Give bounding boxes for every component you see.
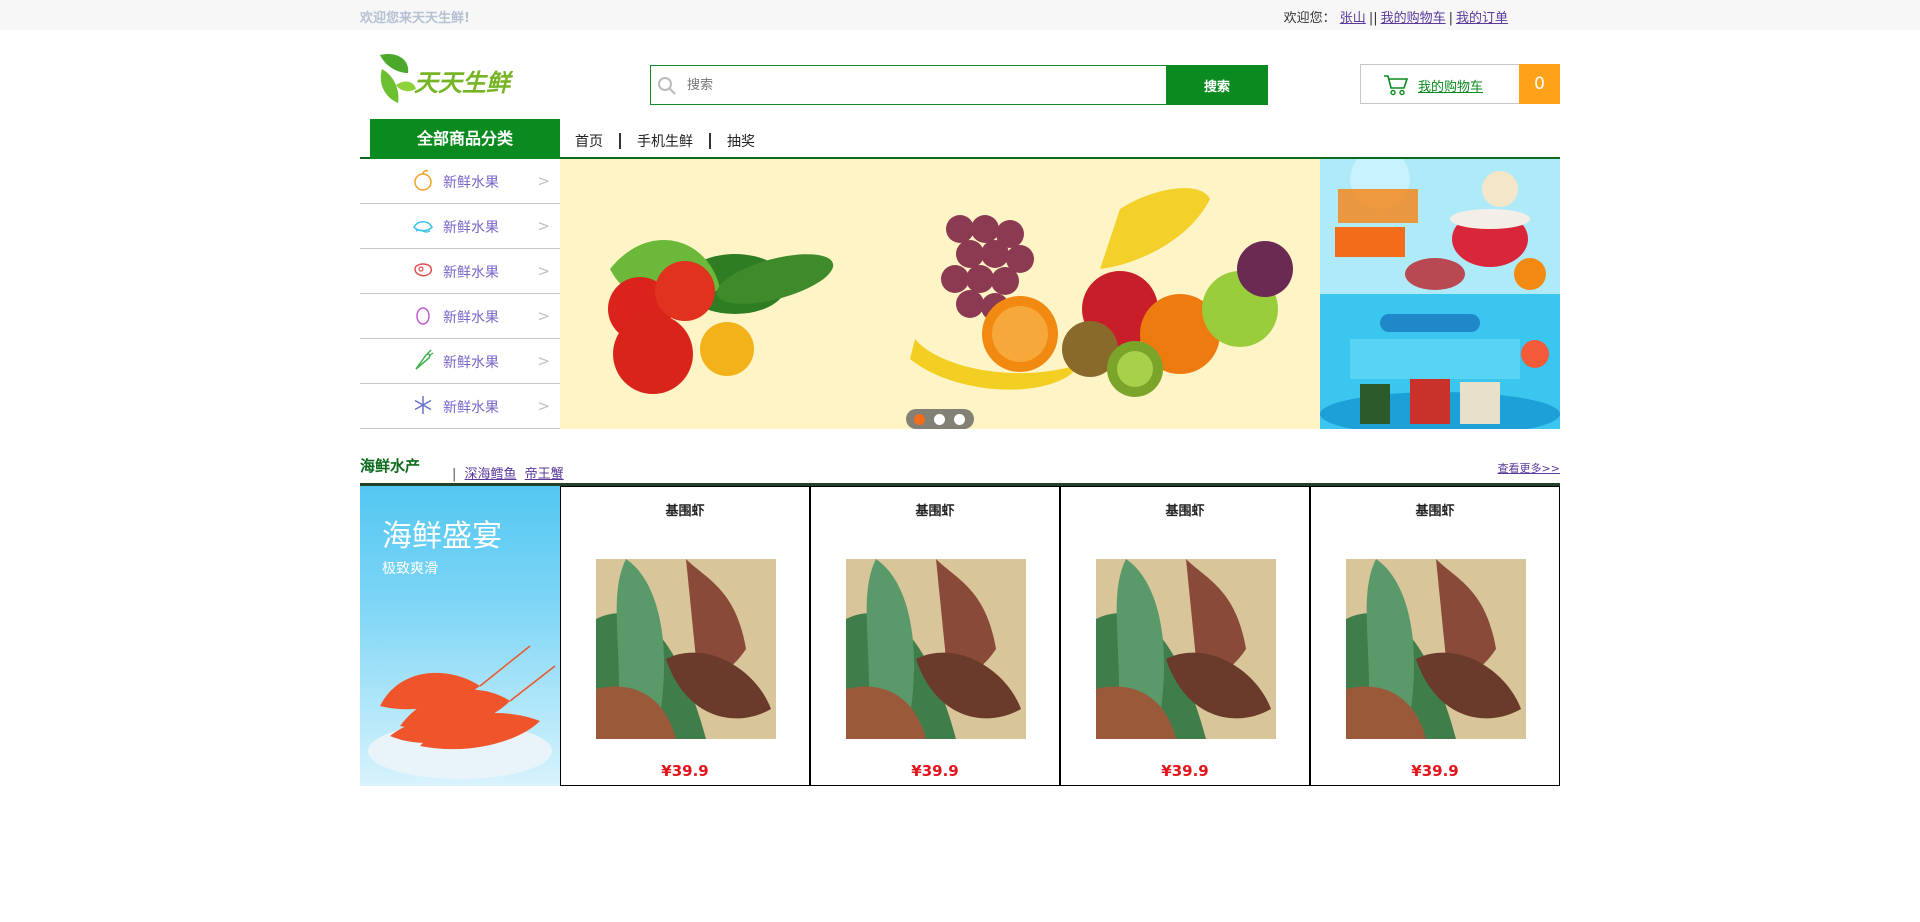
nav-links: 首页 手机生鲜 抽奖 (575, 131, 755, 151)
username-link[interactable]: 张山 (1340, 11, 1366, 26)
cart-label[interactable]: 我的购物车 (1418, 76, 1483, 95)
nav-link-mobile-fresh[interactable]: 手机生鲜 (637, 131, 693, 151)
category-label: 新鲜水果 (443, 400, 499, 416)
chevron-right-icon: > (537, 172, 550, 190)
product-card[interactable]: 基围虾 ¥39.9 (810, 486, 1060, 786)
my-cart-link[interactable]: 我的购物车 (1381, 11, 1446, 26)
category-item[interactable]: 新鲜水果 > (360, 159, 560, 204)
meat-icon (414, 263, 433, 277)
frozen-icon (414, 396, 432, 414)
shrimp-image (1096, 559, 1276, 739)
header: 天天生鲜 搜索 我的购物车 0 (360, 30, 1560, 119)
divider: | (1448, 11, 1453, 26)
category-menu: 新鲜水果 > 新鲜水果 > 新鲜水果 > 新鲜水果 > 新鲜水果 > 新鲜水果 … (360, 159, 560, 429)
all-categories-button[interactable]: 全部商品分类 (370, 119, 560, 159)
orange-icon (414, 169, 432, 191)
category-item[interactable]: 新鲜水果 > (360, 294, 560, 339)
main-nav: 全部商品分类 首页 手机生鲜 抽奖 (360, 119, 1560, 159)
product-card[interactable]: 基围虾 ¥39.9 (1060, 486, 1310, 786)
category-label: 新鲜水果 (443, 220, 499, 236)
slider-dots (906, 409, 974, 429)
promo-banner-foodie[interactable] (1320, 159, 1560, 294)
seafood-section: 海鲜水产 | 深海鳕鱼 帝王蟹 查看更多>> 海鲜盛宴 极致爽滑 基围虾 ¥39… (360, 451, 1560, 786)
fruit-banner-image (560, 159, 1320, 429)
nav-link-lottery[interactable]: 抽奖 (727, 131, 755, 151)
category-label: 新鲜水果 (443, 310, 499, 326)
nav-link-home[interactable]: 首页 (575, 131, 603, 151)
product-name[interactable]: 基围虾 (1311, 500, 1559, 519)
nav-divider (619, 133, 621, 149)
product-image[interactable] (596, 559, 776, 739)
shrimp-image (1346, 559, 1526, 739)
category-item[interactable]: 新鲜水果 > (360, 339, 560, 384)
promo-image (1320, 159, 1560, 294)
cart-widget[interactable]: 我的购物车 0 (1360, 64, 1560, 104)
banner-slider[interactable] (560, 159, 1320, 429)
product-name[interactable]: 基围虾 (811, 500, 1059, 519)
section-sub-links: | 深海鳕鱼 帝王蟹 (452, 467, 564, 482)
my-orders-link[interactable]: 我的订单 (1456, 11, 1508, 26)
nav-divider (709, 133, 711, 149)
logo-text: 天天生鲜 (414, 69, 510, 97)
search-input[interactable] (687, 66, 1162, 104)
main-banner-row: 新鲜水果 > 新鲜水果 > 新鲜水果 > 新鲜水果 > 新鲜水果 > 新鲜水果 … (360, 159, 1560, 429)
chevron-right-icon: > (537, 217, 550, 235)
product-card[interactable]: 基围虾 ¥39.9 (1310, 486, 1560, 786)
category-label: 新鲜水果 (443, 175, 499, 191)
greeting-label: 欢迎您： (1283, 11, 1336, 26)
product-price: ¥39.9 (1161, 762, 1209, 780)
promo-banner-summer[interactable] (1320, 294, 1560, 429)
search-icon (658, 77, 676, 95)
welcome-text: 欢迎您来天天生鲜! (360, 11, 470, 26)
slider-dot[interactable] (934, 414, 945, 425)
product-image[interactable] (1346, 559, 1526, 739)
cart-count-badge: 0 (1519, 64, 1560, 104)
chevron-right-icon: > (537, 307, 550, 325)
search-button[interactable]: 搜索 (1166, 65, 1268, 105)
product-price: ¥39.9 (1411, 762, 1459, 780)
search-box: 搜索 (650, 65, 1268, 105)
category-label: 新鲜水果 (443, 265, 499, 281)
user-links: 欢迎您： 张山 || 我的购物车 | 我的订单 (1284, 7, 1508, 26)
sub-link-cod[interactable]: 深海鳕鱼 (465, 467, 517, 482)
view-more-link[interactable]: 查看更多>> (1498, 460, 1560, 476)
product-price: ¥39.9 (661, 762, 709, 780)
product-grid: 基围虾 ¥39.9 基围虾 ¥39.9 基围虾 ¥39.9 基围虾 ¥39.9 (560, 486, 1560, 786)
banner-title: 海鲜盛宴 (382, 519, 502, 554)
category-item[interactable]: 新鲜水果 > (360, 204, 560, 249)
product-name[interactable]: 基围虾 (561, 500, 809, 519)
chevron-right-icon: > (537, 352, 550, 370)
divider: || (1368, 11, 1378, 26)
egg-icon (416, 307, 430, 325)
product-name[interactable]: 基围虾 (1061, 500, 1309, 519)
shrimp-image (596, 559, 776, 739)
seafood-banner[interactable]: 海鲜盛宴 极致爽滑 (360, 486, 560, 786)
logo[interactable]: 天天生鲜 (376, 49, 531, 111)
category-label: 新鲜水果 (443, 355, 499, 371)
slider-dot-active[interactable] (914, 414, 925, 425)
leaf-logo-icon (380, 53, 416, 103)
shrimp-banner-image (368, 645, 556, 779)
product-image[interactable] (1096, 559, 1276, 739)
category-item[interactable]: 新鲜水果 > (360, 249, 560, 294)
product-image[interactable] (846, 559, 1026, 739)
shrimp-image (846, 559, 1026, 739)
promo-image (1320, 294, 1560, 429)
slider-dot[interactable] (954, 414, 965, 425)
section-title: 海鲜水产 (360, 457, 421, 475)
seafood-icon (413, 221, 433, 233)
chevron-right-icon: > (537, 397, 550, 415)
banner-subtitle: 极致爽滑 (382, 561, 438, 577)
product-price: ¥39.9 (911, 762, 959, 780)
product-card[interactable]: 基围虾 ¥39.9 (560, 486, 810, 786)
sub-link-king-crab[interactable]: 帝王蟹 (525, 467, 564, 482)
top-bar: 欢迎您来天天生鲜! 欢迎您： 张山 || 我的购物车 | 我的订单 (0, 0, 1920, 30)
chevron-right-icon: > (537, 262, 550, 280)
shopping-cart-icon (1384, 75, 1409, 96)
category-item[interactable]: 新鲜水果 > (360, 384, 560, 429)
vegetable-icon (415, 349, 434, 370)
